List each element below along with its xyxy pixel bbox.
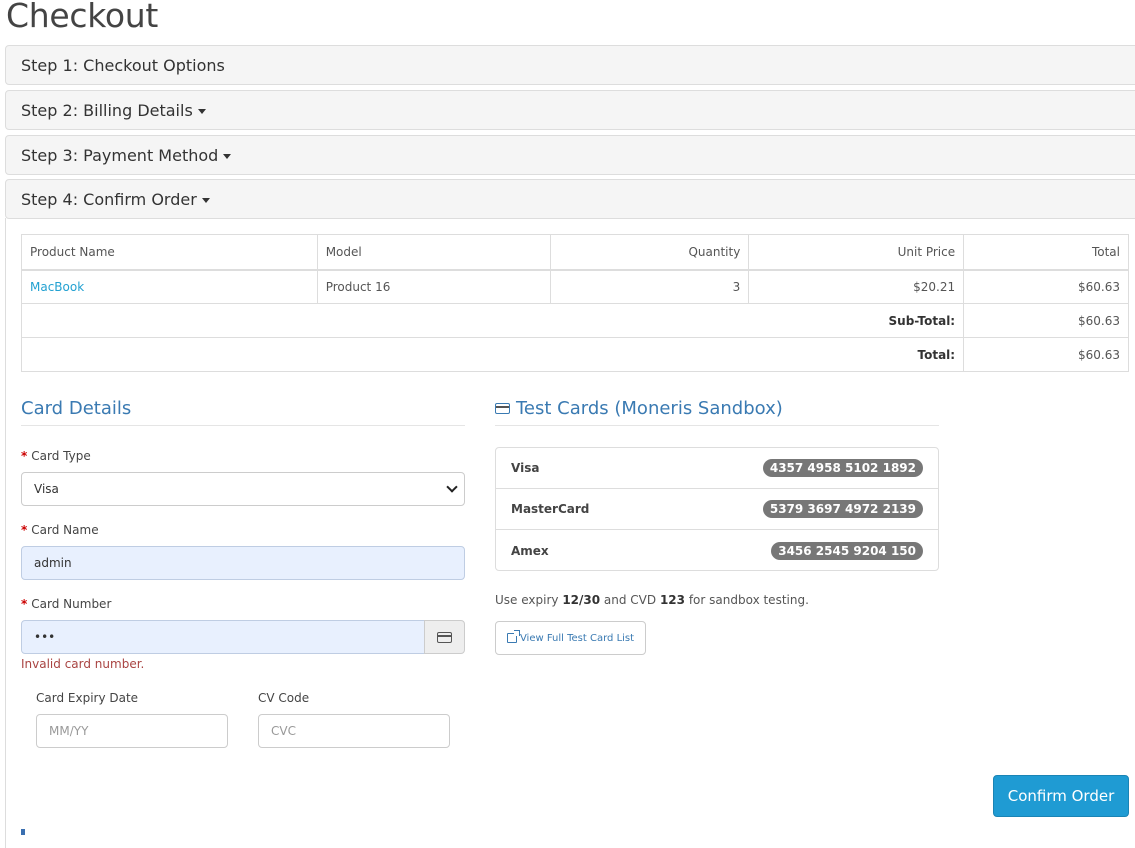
card-name-label: * Card Name — [21, 523, 99, 537]
subtotal-label: Sub-Total: — [20, 303, 965, 338]
header-product-name: Product Name — [21, 234, 318, 271]
card-type-select[interactable]: Visa — [21, 472, 465, 506]
step-payment-method[interactable]: Step 3: Payment Method — [5, 135, 1135, 175]
cvc-input[interactable]: CVC — [258, 714, 450, 748]
card-number-error: Invalid card number. — [21, 657, 145, 671]
card-number-addon — [424, 620, 465, 654]
card-name-input[interactable]: admin — [21, 546, 465, 580]
total-row: Total: $60.63 — [20, 337, 1129, 372]
test-card-brand: Visa — [511, 461, 540, 475]
table-header-row: Product Name Model Quantity Unit Price T… — [21, 234, 1129, 271]
header-unit-price: Unit Price — [748, 234, 965, 271]
caret-down-icon — [197, 108, 206, 114]
cvc-placeholder: CVC — [271, 724, 296, 738]
product-model: Product 16 — [316, 269, 552, 304]
card-number-value: ••• — [34, 630, 56, 644]
confirm-order-button[interactable]: Confirm Order — [993, 775, 1129, 817]
step-label: Step 1: Checkout Options — [21, 55, 225, 75]
header-total: Total — [963, 234, 1129, 271]
card-type-label: * Card Type — [21, 449, 91, 463]
total-value: $60.63 — [963, 337, 1129, 372]
test-card-number: 5379 3697 4972 2139 — [762, 500, 923, 518]
test-cards-list: Visa 4357 4958 5102 1892 MasterCard 5379… — [495, 447, 939, 571]
expiry-placeholder: MM/YY — [49, 724, 89, 738]
list-item: Amex 3456 2545 9204 150 — [496, 530, 938, 570]
required-mark: * — [21, 523, 28, 537]
step-confirm-order[interactable]: Step 4: Confirm Order — [5, 179, 1135, 219]
test-card-brand: Amex — [511, 543, 549, 558]
credit-card-icon — [437, 631, 452, 643]
view-test-card-list-button[interactable]: View Full Test Card List — [495, 621, 646, 655]
card-number-label: * Card Number — [21, 597, 112, 611]
required-mark: * — [21, 449, 28, 463]
test-card-brand: MasterCard — [511, 502, 590, 516]
header-model: Model — [316, 234, 552, 271]
caret-down-icon — [201, 197, 210, 203]
product-link[interactable]: MacBook — [30, 280, 84, 294]
list-item: MasterCard 5379 3697 4972 2139 — [496, 489, 938, 530]
card-number-input[interactable]: ••• — [21, 620, 425, 654]
hint-cvd: 123 — [659, 593, 686, 607]
step-label: Step 3: Payment Method — [21, 145, 219, 165]
product-unit-price: $20.21 — [748, 269, 965, 304]
caret-down-icon — [223, 153, 232, 159]
test-cards-title: Test Cards (Moneris Sandbox) — [495, 398, 939, 426]
product-quantity: 3 — [550, 269, 750, 304]
test-card-number: 3456 2545 9204 150 — [771, 541, 923, 560]
table-row: MacBook Product 16 3 $20.21 $60.63 — [21, 269, 1129, 304]
page-title: Checkout — [6, 0, 158, 35]
card-name-value: admin — [34, 556, 72, 570]
external-link-icon — [506, 630, 520, 643]
step-checkout-options[interactable]: Step 1: Checkout Options — [5, 45, 1135, 85]
list-item: Visa 4357 4958 5102 1892 — [496, 448, 938, 489]
view-test-card-list-label: View Full Test Card List — [519, 632, 635, 644]
expiry-input[interactable]: MM/YY — [36, 714, 228, 748]
expiry-label: Card Expiry Date — [36, 691, 139, 705]
subtotal-value: $60.63 — [963, 303, 1129, 338]
subtotal-row: Sub-Total: $60.63 — [20, 303, 1129, 338]
total-label: Total: — [20, 337, 965, 372]
hint-expiry: 12/30 — [562, 593, 601, 607]
credit-card-icon — [495, 403, 510, 414]
cvc-label: CV Code — [258, 691, 310, 705]
sandbox-hint: Use expiry 12/30 and CVD 123 for sandbox… — [495, 593, 809, 607]
order-table: Product Name Model Quantity Unit Price T… — [20, 234, 1129, 372]
card-details-title: Card Details — [21, 398, 465, 426]
header-quantity: Quantity — [550, 234, 750, 271]
required-mark: * — [21, 597, 28, 611]
test-card-number: 4357 4958 5102 1892 — [762, 459, 923, 477]
step-billing-details[interactable]: Step 2: Billing Details — [5, 90, 1135, 130]
page-marker — [21, 829, 25, 835]
step-label: Step 2: Billing Details — [21, 100, 193, 120]
chevron-down-icon — [446, 481, 458, 493]
step-label: Step 4: Confirm Order — [21, 189, 197, 209]
card-type-value: Visa — [34, 482, 59, 496]
product-total: $60.63 — [963, 269, 1129, 304]
